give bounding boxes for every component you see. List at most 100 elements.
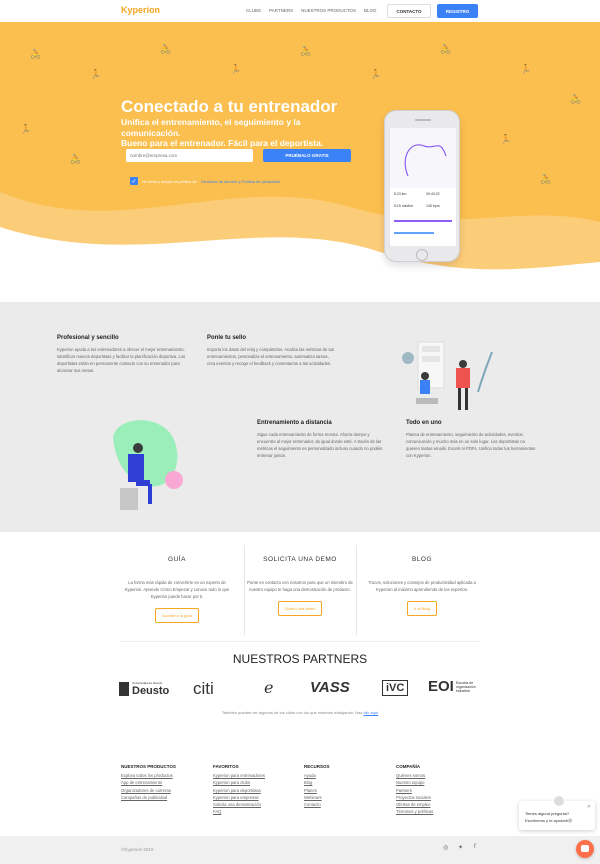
hero-subtitle: Unifica el entrenamiento, el seguimiento… xyxy=(121,117,361,149)
clubs-link[interactable]: clic aquí xyxy=(363,710,378,715)
card-text: La forma más rápida de convertirte en un… xyxy=(124,580,230,599)
footer-link[interactable]: Partners xyxy=(396,787,433,794)
terms-row: ✓ He leído y acepto la política de Térmi… xyxy=(130,177,280,185)
footer-link[interactable]: Nuestro equipo xyxy=(396,779,433,786)
footer-link[interactable]: Ofertas de empleo xyxy=(396,801,433,808)
partners-note: También puedes ver algunos de los clubs … xyxy=(0,710,600,715)
features-section: Profesional y sencillo Kyperion ayuda a … xyxy=(0,302,600,532)
try-free-button[interactable]: PRUÉBALO GRATIS xyxy=(263,149,351,162)
footer-link[interactable]: Kyperion para empresas xyxy=(213,794,265,801)
footer-bottom-bar xyxy=(0,836,600,864)
demo-button[interactable]: Quiero una demo xyxy=(277,601,323,616)
card-text: Ponte en contacto con nosotros para que … xyxy=(247,580,353,592)
divider xyxy=(121,641,479,642)
footer-link[interactable]: Contacto xyxy=(304,801,330,808)
svg-text:🚴: 🚴 xyxy=(440,43,451,55)
progress-bar-2 xyxy=(394,232,434,234)
chat-prompt: Escríbenos y te ayudaré😉 xyxy=(525,818,573,823)
phone-screen: 8.23 km 00:43:22 5:15 min/km 145 bpm xyxy=(390,128,456,246)
nav-link-products[interactable]: NUESTROS PRODUCTOS xyxy=(301,8,356,13)
footer-col-favoritos: FAVORITOS Kyperion para entrenadores Kyp… xyxy=(213,764,265,816)
partner-logo-citi[interactable]: citi xyxy=(193,679,214,699)
deusto-shield-icon xyxy=(119,682,129,696)
footer-link[interactable]: Kyperion para deportistas xyxy=(213,787,265,794)
partner-logo-eoi[interactable]: EOI Escuela de organización industrial xyxy=(428,678,488,695)
facebook-icon[interactable]: f xyxy=(474,844,476,850)
feature-text: Importa los datos del reloj y compártelo… xyxy=(207,347,335,366)
instagram-icon[interactable]: ◎ xyxy=(443,844,448,851)
footer-link[interactable]: FAQ xyxy=(213,808,265,815)
partners-note-text: También puedes ver algunos de los clubs … xyxy=(221,710,363,715)
nav-link-partners[interactable]: PARTNERS xyxy=(269,8,293,13)
card-demo: SOLICITA UNA DEMO Ponte en contacto con … xyxy=(244,556,356,616)
hero-section: 🚴 🏃 🚴 🏃 🚴 🏃 🚴 🏃 🚴 🏃 🚴 🏃 🚴 Conectado a tu entrenad… xyxy=(0,22,600,292)
blog-button[interactable]: Ir al Blog xyxy=(407,601,437,616)
svg-text:🚴: 🚴 xyxy=(70,153,81,165)
feature-profesional: Profesional y sencillo Kyperion ayuda a … xyxy=(57,335,189,374)
footer-link[interactable]: Webinars xyxy=(304,794,330,801)
twitter-icon[interactable]: ✦ xyxy=(458,844,463,851)
partner-logo-deusto[interactable]: Universidad de Deusto Deusto xyxy=(119,681,171,697)
close-icon[interactable]: ✕ xyxy=(587,804,591,810)
footer-link[interactable]: Kyperion para clubs xyxy=(213,779,265,786)
nav-link-blog[interactable]: BLOG xyxy=(364,8,377,13)
footer-link[interactable]: Proyectos sociales xyxy=(396,794,433,801)
nav-link-clubs[interactable]: CLUBS xyxy=(246,8,261,13)
footer-link[interactable]: Blog xyxy=(304,779,330,786)
svg-text:🏃: 🏃 xyxy=(20,123,31,135)
feature-title: Entrenamiento a distancia xyxy=(257,420,332,426)
footer-link[interactable]: Solicita una demostración xyxy=(213,801,265,808)
svg-text:🏃: 🏃 xyxy=(90,68,101,80)
footer-link[interactable]: Campañas de publicidad xyxy=(121,794,176,801)
feature-text: Planea de entrenamiento, seguimiento de … xyxy=(406,432,536,458)
feature-distancia: Entrenamiento a distancia Sigue cada ent… xyxy=(257,420,387,459)
guide-button[interactable]: Accede a la guía xyxy=(155,608,199,623)
footer-link[interactable]: App de entrenamiento xyxy=(121,779,176,786)
agent-avatar xyxy=(553,795,565,807)
partner-logo-ivc[interactable]: iVC xyxy=(382,680,409,696)
footer-link[interactable]: Quiénes somos xyxy=(396,772,433,779)
footer-col-compania: COMPAÑÍA Quiénes somos Nuestro equipo Pa… xyxy=(396,764,433,816)
logo[interactable]: Kyperion xyxy=(121,5,160,15)
divider xyxy=(356,545,357,635)
card-title: GUÍA xyxy=(168,556,186,563)
footer-col-recursos: RECURSOS Ayuda Blog Planes Webinars Cont… xyxy=(304,764,330,808)
route-map xyxy=(390,128,456,188)
footer-link[interactable]: Organizadores de carreras xyxy=(121,787,176,794)
terms-link[interactable]: Términos de servicio y Política de priva… xyxy=(201,179,280,184)
copyright: ©Kyperion 2019 xyxy=(121,847,154,852)
footer-link[interactable]: Términos y políticas xyxy=(396,808,433,815)
footer-link[interactable]: Kyperion para entrenadores xyxy=(213,772,265,779)
footer-link[interactable]: Ayuda xyxy=(304,772,330,779)
terms-text: He leído y acepto la política de xyxy=(142,178,197,184)
runner-illustration xyxy=(113,420,183,510)
svg-text:🚴: 🚴 xyxy=(30,48,41,60)
phone-home-button xyxy=(416,249,428,261)
feature-title: Ponle tu sello xyxy=(207,335,247,341)
footer-link[interactable]: Planes xyxy=(304,787,330,794)
stat-time: 00:43:22 xyxy=(426,192,440,196)
card-text: Trucos, soluciones y consejos de product… xyxy=(368,580,476,592)
top-nav: Kyperion CLUBS PARTNERS NUESTROS PRODUCT… xyxy=(0,0,600,22)
footer-link[interactable]: Explora todos los productos xyxy=(121,772,176,779)
stat-heart-rate: 145 bpm xyxy=(426,204,440,208)
contact-button[interactable]: CONTACTO xyxy=(387,4,431,18)
svg-text:🏃: 🏃 xyxy=(520,63,531,75)
partner-logo-e[interactable]: e xyxy=(264,678,273,697)
svg-text:🏃: 🏃 xyxy=(500,133,511,145)
register-button[interactable]: REGISTRO xyxy=(437,4,478,18)
chat-popup[interactable]: ✕ Tienes alguna pregunta? Escríbenos y t… xyxy=(519,795,595,830)
partners-title: NUESTROS PARTNERS xyxy=(232,652,368,666)
email-input[interactable] xyxy=(126,149,253,162)
phone-mockup: 8.23 km 00:43:22 5:15 min/km 145 bpm xyxy=(384,110,460,262)
eoi-text: EOI xyxy=(428,678,454,695)
chat-launcher-icon[interactable] xyxy=(576,840,594,858)
card-guia: GUÍA La forma más rápida de convertirte … xyxy=(121,556,233,623)
partner-logo-vass[interactable]: VASS xyxy=(310,679,350,696)
svg-text:🚴: 🚴 xyxy=(540,173,551,185)
office-illustration xyxy=(402,341,493,410)
phone-speaker xyxy=(415,119,431,121)
footer-col-title: NUESTROS PRODUCTOS xyxy=(121,764,176,769)
feature-title: Profesional y sencillo xyxy=(57,335,119,341)
terms-checkbox[interactable]: ✓ xyxy=(130,177,138,185)
